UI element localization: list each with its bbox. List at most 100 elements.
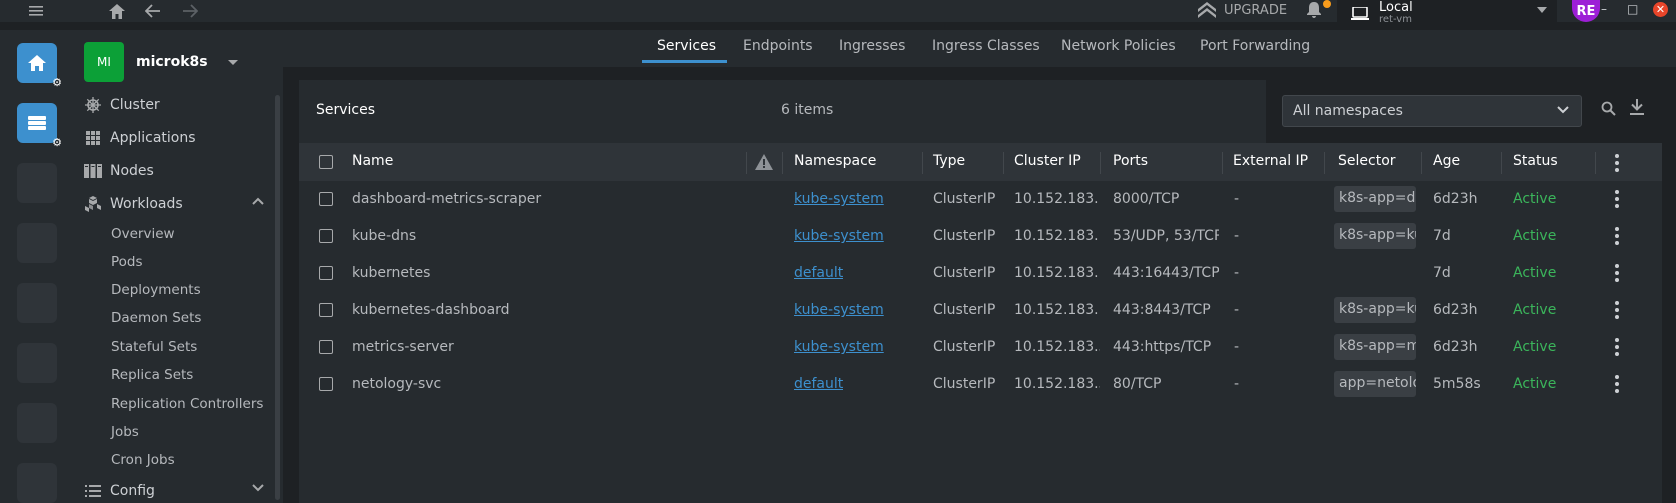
tab-ingress-classes[interactable]: Ingress Classes xyxy=(932,38,1040,54)
cell-name: kube-dns xyxy=(352,228,417,244)
hotbar-cluster[interactable]: ⚙ xyxy=(17,103,62,149)
avatar[interactable]: RE xyxy=(1572,0,1600,22)
table-row[interactable]: netology-svc default ClusterIP 10.152.183.5… xyxy=(299,366,1662,403)
status-badge: Active xyxy=(1513,191,1557,207)
minimize-icon[interactable]: – xyxy=(1601,2,1607,16)
column-header-external-ip[interactable]: External IP xyxy=(1233,153,1308,169)
column-header-ports[interactable]: Ports xyxy=(1113,153,1148,169)
row-checkbox[interactable] xyxy=(319,229,333,243)
tab-port-forwarding[interactable]: Port Forwarding xyxy=(1200,38,1310,54)
hotbar-empty-slot[interactable] xyxy=(17,403,57,443)
sidebar-item-cluster[interactable]: Cluster xyxy=(84,92,274,118)
row-menu-icon[interactable] xyxy=(1615,338,1619,356)
context-switcher[interactable]: Local ret-vm xyxy=(1337,0,1557,26)
column-header-status[interactable]: Status xyxy=(1513,153,1558,169)
search-icon[interactable] xyxy=(1601,101,1616,116)
row-checkbox[interactable] xyxy=(319,192,333,206)
tab-endpoints[interactable]: Endpoints xyxy=(743,38,813,54)
tab-ingresses[interactable]: Ingresses xyxy=(839,38,905,54)
sidebar-subitem-daemon-sets[interactable]: Daemon Sets xyxy=(111,310,201,326)
sidebar-subitem-pods[interactable]: Pods xyxy=(111,254,143,270)
hotbar-home[interactable]: ⚙ xyxy=(17,43,62,89)
column-header-cluster-ip[interactable]: Cluster IP xyxy=(1014,153,1081,169)
hotbar-empty-slot[interactable] xyxy=(17,463,57,503)
menu-icon[interactable] xyxy=(26,0,46,22)
back-arrow-icon[interactable] xyxy=(143,0,163,22)
maximize-icon[interactable]: □ xyxy=(1627,2,1638,16)
cell-age: 6d23h xyxy=(1433,339,1478,355)
cell-namespace-link[interactable]: kube-system xyxy=(794,191,884,207)
cell-external-ip: - xyxy=(1234,228,1240,244)
cell-ports: 8000/TCP xyxy=(1113,191,1180,207)
cell-name: kubernetes-dashboard xyxy=(352,302,510,318)
chevron-up-icon[interactable] xyxy=(252,197,264,205)
row-menu-icon[interactable] xyxy=(1615,301,1619,319)
row-menu-icon[interactable] xyxy=(1615,190,1619,208)
context-sub: ret-vm xyxy=(1379,13,1412,25)
tab-network-policies[interactable]: Network Policies xyxy=(1061,38,1176,54)
sidebar-subitem-overview[interactable]: Overview xyxy=(111,226,175,242)
cell-namespace-link[interactable]: default xyxy=(794,376,843,392)
sidebar-subitem-replication-controllers[interactable]: Replication Controllers xyxy=(111,396,263,412)
table-row[interactable]: kubernetes default ClusterIP 10.152.183.1 44… xyxy=(299,255,1662,292)
sidebar-subitem-stateful-sets[interactable]: Stateful Sets xyxy=(111,339,197,355)
cell-namespace-link[interactable]: default xyxy=(794,265,843,281)
table-row[interactable]: dashboard-metrics-scraper kube-system Clus… xyxy=(299,181,1662,218)
hotbar-empty-slot[interactable] xyxy=(17,283,57,323)
table-row[interactable]: kube-dns kube-system ClusterIP 10.152.183.1… xyxy=(299,218,1662,255)
hotbar-empty-slot[interactable] xyxy=(17,223,57,263)
cell-age: 7d xyxy=(1433,228,1451,244)
sidebar-scrollbar[interactable] xyxy=(275,95,280,500)
sidebar-item-label: Applications xyxy=(110,130,196,146)
column-header-name[interactable]: Name xyxy=(352,153,393,169)
table-row[interactable]: kubernetes-dashboard kube-system ClusterIP… xyxy=(299,292,1662,329)
cell-type: ClusterIP xyxy=(933,339,996,355)
selector-chip: k8s-app=kubernetes-dashboard xyxy=(1334,297,1416,323)
home-icon xyxy=(28,55,46,71)
cell-namespace-link[interactable]: kube-system xyxy=(794,339,884,355)
cell-external-ip: - xyxy=(1234,265,1240,281)
cluster-selector[interactable]: MI microk8s xyxy=(84,42,238,82)
sidebar-item-applications[interactable]: Applications xyxy=(84,125,274,151)
close-icon[interactable]: ✕ xyxy=(1653,2,1668,17)
table-row[interactable]: metrics-server kube-system ClusterIP 10.152… xyxy=(299,329,1662,366)
hotbar: ⚙ ⚙ xyxy=(0,30,74,503)
home-icon[interactable] xyxy=(107,0,127,22)
row-menu-icon[interactable] xyxy=(1615,264,1619,282)
sidebar-item-nodes[interactable]: Nodes xyxy=(84,158,274,184)
cell-namespace-link[interactable]: kube-system xyxy=(794,302,884,318)
column-header-type[interactable]: Type xyxy=(933,153,965,169)
upgrade-icon xyxy=(1198,2,1216,18)
tab-services[interactable]: Services xyxy=(657,38,716,54)
upgrade-button[interactable]: UPGRADE xyxy=(1198,0,1287,20)
row-menu-icon[interactable] xyxy=(1615,375,1619,393)
cell-namespace-link[interactable]: kube-system xyxy=(794,228,884,244)
column-header-age[interactable]: Age xyxy=(1433,153,1460,169)
notification-bell-icon[interactable] xyxy=(1307,2,1321,22)
sidebar-item-workloads[interactable]: Workloads xyxy=(84,191,274,217)
column-divider xyxy=(922,152,923,174)
column-header-namespace[interactable]: Namespace xyxy=(794,153,876,169)
select-all-checkbox[interactable] xyxy=(319,155,333,169)
row-menu-icon[interactable] xyxy=(1615,227,1619,245)
row-checkbox[interactable] xyxy=(319,266,333,280)
hotbar-empty-slot[interactable] xyxy=(17,343,57,383)
hotbar-empty-slot[interactable] xyxy=(17,163,57,203)
sidebar-subitem-jobs[interactable]: Jobs xyxy=(111,424,139,440)
gear-icon: ⚙ xyxy=(52,76,62,89)
row-checkbox[interactable] xyxy=(319,377,333,391)
chevron-down-icon[interactable] xyxy=(252,484,264,492)
sidebar-subitem-replica-sets[interactable]: Replica Sets xyxy=(111,367,193,383)
forward-arrow-icon[interactable] xyxy=(180,0,200,22)
column-menu-icon[interactable] xyxy=(1615,154,1619,172)
cell-type: ClusterIP xyxy=(933,228,996,244)
namespace-select[interactable]: All namespaces xyxy=(1282,95,1582,127)
download-icon[interactable] xyxy=(1630,99,1644,116)
column-divider xyxy=(1501,152,1502,174)
sidebar-subitem-deployments[interactable]: Deployments xyxy=(111,282,201,298)
row-checkbox[interactable] xyxy=(319,340,333,354)
sidebar-item-config[interactable]: Config xyxy=(84,478,274,503)
column-header-selector[interactable]: Selector xyxy=(1338,153,1396,169)
row-checkbox[interactable] xyxy=(319,303,333,317)
sidebar-subitem-cron-jobs[interactable]: Cron Jobs xyxy=(111,452,175,468)
